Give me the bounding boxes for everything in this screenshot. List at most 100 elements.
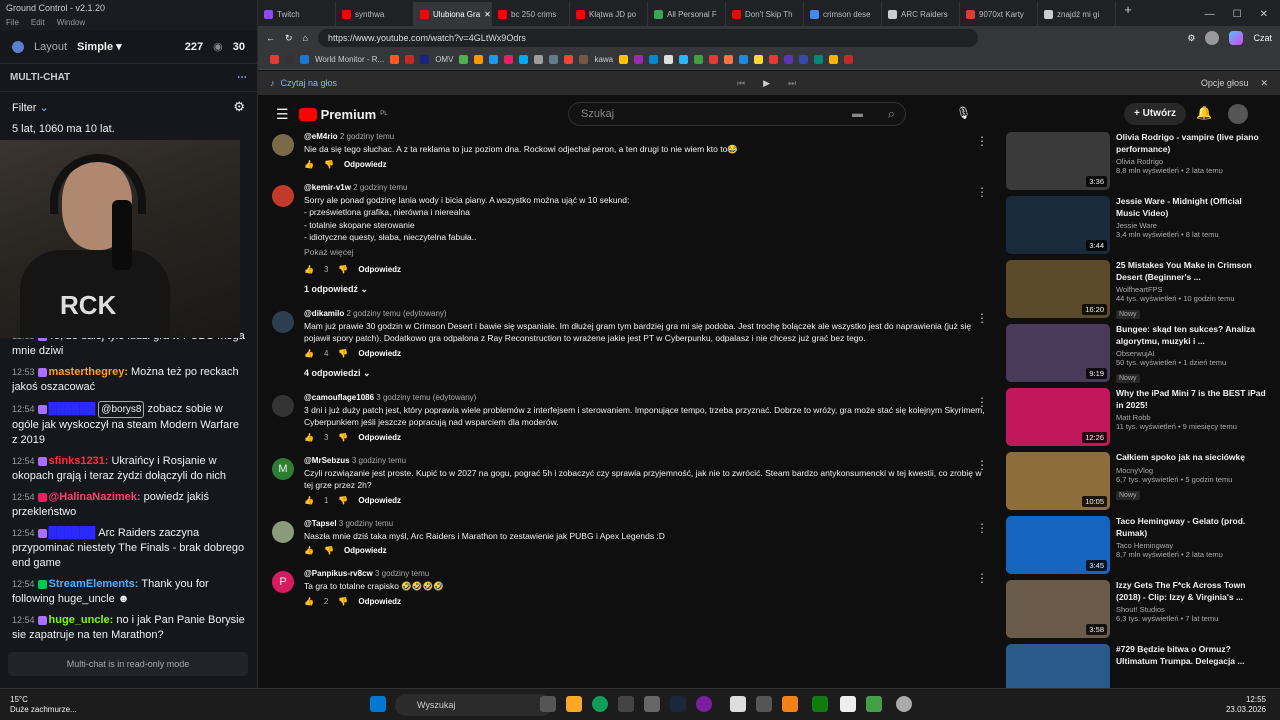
xbox-icon[interactable]: [812, 696, 828, 712]
show-more-button[interactable]: Pokaż więcej: [304, 247, 992, 257]
video-card[interactable]: 9:19 Bungee: skąd ten sukces? Analiza alg…: [1006, 324, 1268, 388]
video-thumbnail[interactable]: 3:58: [1006, 580, 1110, 638]
bookmark-icon[interactable]: [634, 55, 644, 64]
dislike-icon[interactable]: 👎: [338, 597, 348, 606]
taskbar-search[interactable]: Wyszukaj: [395, 694, 553, 716]
profile-avatar[interactable]: [1205, 31, 1220, 45]
comment-author[interactable]: @dikamilo: [304, 309, 344, 318]
video-card[interactable]: 3:36 Olivia Rodrigo - vampire (live piano…: [1006, 132, 1268, 196]
bookmark-icon[interactable]: [519, 55, 529, 64]
tab[interactable]: crimson dese: [804, 2, 882, 26]
reply-button[interactable]: Odpowiedz: [358, 265, 401, 274]
video-card[interactable]: #729 Będzie bitwa o Ormuz? Ultimatum Tru…: [1006, 644, 1268, 688]
comment-author[interactable]: @MrSebzus: [304, 456, 350, 465]
video-thumbnail[interactable]: 12:26: [1006, 388, 1110, 446]
bookmark-icon[interactable]: [489, 55, 499, 64]
bookmark-icon[interactable]: [285, 55, 294, 64]
bookmark-icon[interactable]: [534, 55, 544, 64]
tab[interactable]: synthwa: [336, 2, 414, 26]
bookmark-world-monitor[interactable]: World Monitor - R...: [315, 55, 384, 64]
search-input[interactable]: Szukaj ▬ ⌕: [568, 102, 906, 126]
windows-start-icon[interactable]: [370, 696, 386, 712]
video-card[interactable]: 3:58 Izzy Gets The F*ck Across Town (2018…: [1006, 580, 1268, 644]
bookmark-icon[interactable]: [459, 55, 469, 64]
video-title[interactable]: Izzy Gets The F*ck Across Town (2018) - …: [1116, 580, 1268, 603]
video-thumbnail[interactable]: 10:05: [1006, 452, 1110, 510]
bookmark-icon[interactable]: [709, 55, 719, 64]
bookmark-icon[interactable]: [694, 55, 704, 64]
bookmark-icon[interactable]: [564, 55, 574, 64]
app-icon[interactable]: [840, 696, 856, 712]
search-icon[interactable]: ⌕: [888, 103, 895, 125]
previous-icon[interactable]: ⏮: [737, 78, 745, 89]
like-icon[interactable]: 👍: [304, 349, 314, 358]
dislike-icon[interactable]: 👎: [338, 349, 348, 358]
avatar[interactable]: [1228, 104, 1248, 124]
video-thumbnail[interactable]: [1006, 644, 1110, 688]
dislike-icon[interactable]: 👎: [338, 433, 348, 442]
coffee-icon[interactable]: [579, 55, 589, 64]
reply-button[interactable]: Odpowiedz: [358, 349, 401, 358]
dislike-icon[interactable]: 👎: [324, 546, 334, 555]
globe-icon[interactable]: [300, 55, 309, 64]
more-icon[interactable]: ⋮: [976, 521, 988, 535]
video-thumbnail[interactable]: 9:19: [1006, 324, 1110, 382]
back-icon[interactable]: ←: [266, 33, 275, 43]
bookmark-icon[interactable]: [549, 55, 559, 64]
bookmark-icon[interactable]: [474, 55, 484, 64]
extensions-icon[interactable]: ⚙: [1187, 33, 1195, 44]
replies-toggle[interactable]: 1 odpowiedź ⌄: [304, 284, 992, 295]
menu-file[interactable]: File: [6, 18, 19, 30]
maps-icon[interactable]: [730, 696, 746, 712]
bookmark-icon[interactable]: [504, 55, 514, 64]
like-icon[interactable]: 👍: [304, 265, 314, 274]
x-icon[interactable]: [664, 55, 674, 64]
avatar[interactable]: [272, 134, 294, 156]
bookmark-icon[interactable]: [829, 55, 839, 64]
app-icon[interactable]: [644, 696, 660, 712]
app-icon[interactable]: [696, 696, 712, 712]
bookmark-icon[interactable]: [814, 55, 824, 64]
more-icon[interactable]: ⋮: [976, 311, 988, 325]
video-title[interactable]: Olivia Rodrigo - vampire (live piano per…: [1116, 132, 1268, 155]
video-thumbnail[interactable]: 3:45: [1006, 516, 1110, 574]
weather-widget[interactable]: 15°C Duże zachmurze...: [0, 695, 120, 715]
video-title[interactable]: #729 Będzie bitwa o Ormuz? Ultimatum Tru…: [1116, 644, 1268, 667]
video-title[interactable]: Całkiem spoko jak na sieciówkę: [1116, 452, 1245, 464]
tab-active[interactable]: Ulubiona Gra ✕: [414, 2, 492, 26]
home-icon[interactable]: ⌂: [303, 33, 308, 43]
bookmark-icon[interactable]: [784, 55, 794, 64]
app-icon[interactable]: [896, 696, 912, 712]
like-icon[interactable]: 👍: [304, 160, 314, 169]
avatar[interactable]: P: [272, 571, 294, 593]
comment-author[interactable]: @eM4rio: [304, 132, 338, 141]
more-icon[interactable]: ⋮: [976, 185, 988, 199]
more-icon[interactable]: ⋮: [976, 395, 988, 409]
dislike-icon[interactable]: 👎: [338, 265, 348, 274]
bookmark-icon[interactable]: [844, 55, 854, 64]
avatar[interactable]: [272, 394, 294, 417]
close-icon[interactable]: ✕: [1260, 9, 1268, 20]
bookmark-icon[interactable]: [739, 55, 749, 64]
video-title[interactable]: 25 Mistakes You Make in Crimson Desert (…: [1116, 260, 1268, 283]
bookmark-omv[interactable]: OMV: [435, 55, 453, 64]
like-icon[interactable]: 👍: [304, 546, 314, 555]
hamburger-icon[interactable]: ☰: [276, 106, 289, 123]
bookmark-icon[interactable]: [679, 55, 689, 64]
tab[interactable]: ARC Raiders: [882, 2, 960, 26]
next-icon[interactable]: ⏭: [788, 78, 796, 89]
tab[interactable]: All Personal F: [648, 2, 726, 26]
read-aloud-icon[interactable]: ♪: [270, 78, 275, 88]
refresh-icon[interactable]: ↻: [285, 33, 293, 44]
read-aloud-button[interactable]: Czytaj na głos: [281, 78, 338, 88]
reply-button[interactable]: Odpowiedz: [358, 433, 401, 442]
video-card[interactable]: 3:44 Jessie Ware - Midnight (Official Mus…: [1006, 196, 1268, 260]
avatar[interactable]: [272, 184, 294, 207]
microphone-icon[interactable]: 🎙: [956, 106, 971, 120]
more-icon[interactable]: ⋯: [237, 72, 247, 83]
reply-button[interactable]: Odpowiedz: [344, 546, 387, 555]
steam-icon[interactable]: [670, 696, 686, 712]
dislike-icon[interactable]: 👎: [338, 496, 348, 505]
avatar[interactable]: M: [272, 457, 294, 480]
bookmark-icon[interactable]: [769, 55, 779, 64]
